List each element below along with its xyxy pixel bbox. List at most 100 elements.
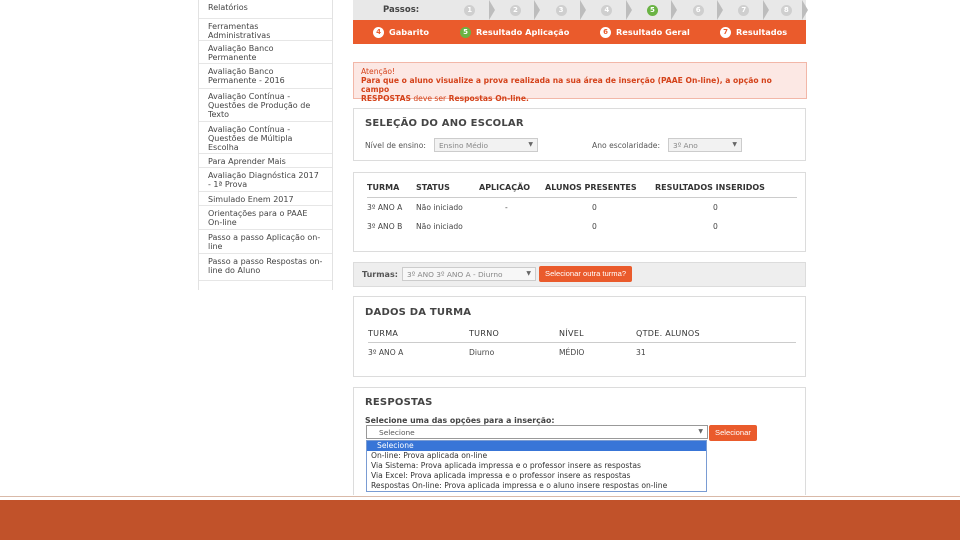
- sidebar-item-ferramentas[interactable]: Ferramentas Administrativas: [199, 19, 332, 41]
- tab-resultado-geral[interactable]: 6 Resultado Geral: [580, 26, 700, 38]
- step-6-number: 6: [692, 4, 704, 16]
- dropdown-option-via-excel[interactable]: Via Excel: Prova aplicada impressa e o p…: [367, 471, 706, 481]
- sidebar: Relatórios Ferramentas Administrativas A…: [198, 0, 333, 290]
- attention-alert: Atenção! Para que o aluno visualize a pr…: [353, 62, 807, 103]
- alert-line1-text: Para que o aluno visualize a prova reali…: [361, 76, 772, 94]
- col-qtde-alunos: QTDE. ALUNOS: [636, 329, 796, 343]
- cell-nivel: MÉDIO: [559, 347, 585, 357]
- chevron-down-icon: ▼: [528, 141, 533, 148]
- table-row[interactable]: 3º ANO A Não iniciado - 0 0: [367, 198, 797, 217]
- col-turma: TURMA: [367, 183, 416, 198]
- step-5[interactable]: 5: [630, 0, 677, 20]
- turmas-bar: Turmas: 3º ANO 3º ANO A - Diurno ▼ Selec…: [353, 262, 806, 287]
- respostas-select-value: Selecione: [379, 428, 415, 437]
- chevron-down-icon: ▼: [526, 270, 531, 277]
- step-4[interactable]: 4: [584, 0, 632, 20]
- dropdown-option-via-sistema[interactable]: Via Sistema: Prova aplicada impressa e o…: [367, 461, 706, 471]
- turmas-status-table: TURMA STATUS APLICAÇÃO ALUNOS PRESENTES …: [367, 183, 797, 236]
- step-7-number: 7: [738, 4, 750, 16]
- tab-resultados-label: Resultados: [736, 27, 788, 37]
- tab-gabarito[interactable]: 4 Gabarito: [353, 26, 440, 38]
- cell-qtde-alunos: 31: [636, 347, 646, 357]
- step-6[interactable]: 6: [675, 0, 723, 20]
- tab-gabarito-number: 4: [373, 26, 384, 38]
- dropdown-option-respostas-online[interactable]: Respostas On-line: Prova aplicada impres…: [367, 481, 706, 491]
- sidebar-item-passo-aplicacao[interactable]: Passo a passo Aplicação on-line: [199, 230, 332, 254]
- tab-resultado-geral-number: 6: [600, 26, 611, 38]
- dropdown-option-online[interactable]: On-line: Prova aplicada on-line: [367, 451, 706, 461]
- table-row: 3º ANO A Diurno MÉDIO 31: [368, 343, 796, 362]
- select-other-class-button[interactable]: Selecionar outra turma?: [539, 266, 633, 282]
- steps-label: Passos:: [383, 5, 420, 15]
- sidebar-item-simulado-enem[interactable]: Simulado Enem 2017: [199, 192, 332, 206]
- step-8[interactable]: 8: [767, 0, 809, 20]
- col-nivel: NÍVEL: [559, 329, 636, 343]
- table-header-row: TURMA TURNO NÍVEL QTDE. ALUNOS: [368, 329, 796, 343]
- ano-escolaridade-value: 3º Ano: [673, 141, 698, 150]
- cell-turma: 3º ANO A: [368, 347, 404, 357]
- col-turma: TURMA: [368, 329, 469, 343]
- table-row[interactable]: 3º ANO B Não iniciado 0 0: [367, 217, 797, 236]
- respostas-dropdown-list[interactable]: Selecione On-line: Prova aplicada on-lin…: [366, 440, 707, 492]
- step-3[interactable]: 3: [538, 0, 586, 20]
- alert-line2-end: Respostas On-line.: [448, 94, 529, 103]
- steps-progress: Passos: 1 2 3 4 5 6 7 8: [353, 0, 809, 20]
- turmas-select-value: 3º ANO 3º ANO A - Diurno: [407, 270, 503, 279]
- step-1[interactable]: 1: [447, 0, 495, 20]
- step-3-number: 3: [555, 4, 567, 16]
- cell-aplicacao: [479, 217, 545, 236]
- tab-resultado-aplicacao-number: 5: [460, 26, 471, 38]
- col-alunos-presentes: ALUNOS PRESENTES: [545, 183, 655, 198]
- turmas-label: Turmas:: [362, 270, 398, 279]
- selecionar-button[interactable]: Selecionar: [709, 425, 757, 441]
- cell-turma: 3º ANO A: [367, 202, 403, 212]
- alert-line2-bold: RESPOSTAS: [361, 94, 411, 103]
- step-2-number: 2: [509, 4, 521, 16]
- step-8-number: 8: [780, 4, 792, 16]
- cell-alunos-presentes: 0: [592, 202, 597, 212]
- ano-escolaridade-select[interactable]: 3º Ano ▼: [668, 138, 742, 152]
- col-aplicacao: APLICAÇÃO: [479, 183, 545, 198]
- sidebar-item-aprender-mais[interactable]: Para Aprender Mais: [199, 154, 332, 168]
- sidebar-item-banco-permanente-2016[interactable]: Avaliação Banco Permanente - 2016: [199, 64, 332, 89]
- step-7[interactable]: 7: [721, 0, 769, 20]
- alert-line2: RESPOSTAS deve ser Respostas On-line.: [361, 94, 799, 103]
- dropdown-option-selecione[interactable]: Selecione: [367, 441, 706, 451]
- sidebar-item-continua-multipla[interactable]: Avaliação Contínua - Questões de Múltipl…: [199, 122, 332, 154]
- ano-escolar-panel: SELEÇÃO DO ANO ESCOLAR Nível de ensino: …: [353, 108, 806, 161]
- step-5-number: 5: [646, 4, 658, 16]
- cell-aplicacao: -: [505, 202, 508, 212]
- turmas-select[interactable]: 3º ANO 3º ANO A - Diurno ▼: [402, 267, 536, 281]
- sidebar-item-continua-texto[interactable]: Avaliação Contínua - Questões de Produçã…: [199, 89, 332, 122]
- sidebar-item-diagnostica-2017[interactable]: Avaliação Diagnóstica 2017 - 1ª Prova: [199, 168, 332, 192]
- alert-title: Atenção!: [361, 67, 396, 76]
- footer-bar: [0, 500, 960, 540]
- nivel-ensino-select[interactable]: Ensino Médio ▼: [434, 138, 538, 152]
- cell-turma: 3º ANO B: [367, 221, 403, 231]
- step-4-number: 4: [601, 4, 613, 16]
- sidebar-item-banco-permanente[interactable]: Avaliação Banco Permanente: [199, 41, 332, 64]
- tab-resultado-geral-label: Resultado Geral: [616, 27, 690, 37]
- sidebar-item-orientacoes[interactable]: Orientações para o PAAE On-line: [199, 206, 332, 230]
- col-status: STATUS: [416, 183, 479, 198]
- alert-line1: Para que o aluno visualize a prova reali…: [361, 76, 799, 94]
- cell-turno: Diurno: [469, 347, 495, 357]
- col-resultados-inseridos: RESULTADOS INSERIDOS: [655, 183, 797, 198]
- respostas-select[interactable]: Selecione ▼: [366, 425, 708, 439]
- step-2[interactable]: 2: [493, 0, 540, 20]
- sidebar-item-relatorios[interactable]: Relatórios: [199, 0, 332, 19]
- tab-resultado-aplicacao[interactable]: 5 Resultado Aplicação: [440, 26, 580, 38]
- dados-turma-table: TURMA TURNO NÍVEL QTDE. ALUNOS 3º ANO A …: [368, 329, 796, 362]
- tab-resultados[interactable]: 7 Resultados: [700, 26, 800, 38]
- cell-alunos-presentes: 0: [592, 221, 597, 231]
- sidebar-item-passo-respostas[interactable]: Passo a passo Respostas on-line do Aluno: [199, 254, 332, 281]
- cell-status: Não iniciado: [416, 202, 463, 212]
- cell-resultados-inseridos: 0: [713, 202, 718, 212]
- ano-escolaridade-label: Ano escolaridade:: [592, 141, 661, 150]
- tab-resultado-aplicacao-label: Resultado Aplicação: [476, 27, 570, 37]
- tab-gabarito-label: Gabarito: [389, 27, 430, 37]
- turmas-status-panel: TURMA STATUS APLICAÇÃO ALUNOS PRESENTES …: [353, 172, 806, 252]
- col-turno: TURNO: [469, 329, 559, 343]
- tab-resultados-number: 7: [720, 26, 731, 38]
- steps-tabs: 4 Gabarito 5 Resultado Aplicação 6 Resultad…: [353, 20, 806, 44]
